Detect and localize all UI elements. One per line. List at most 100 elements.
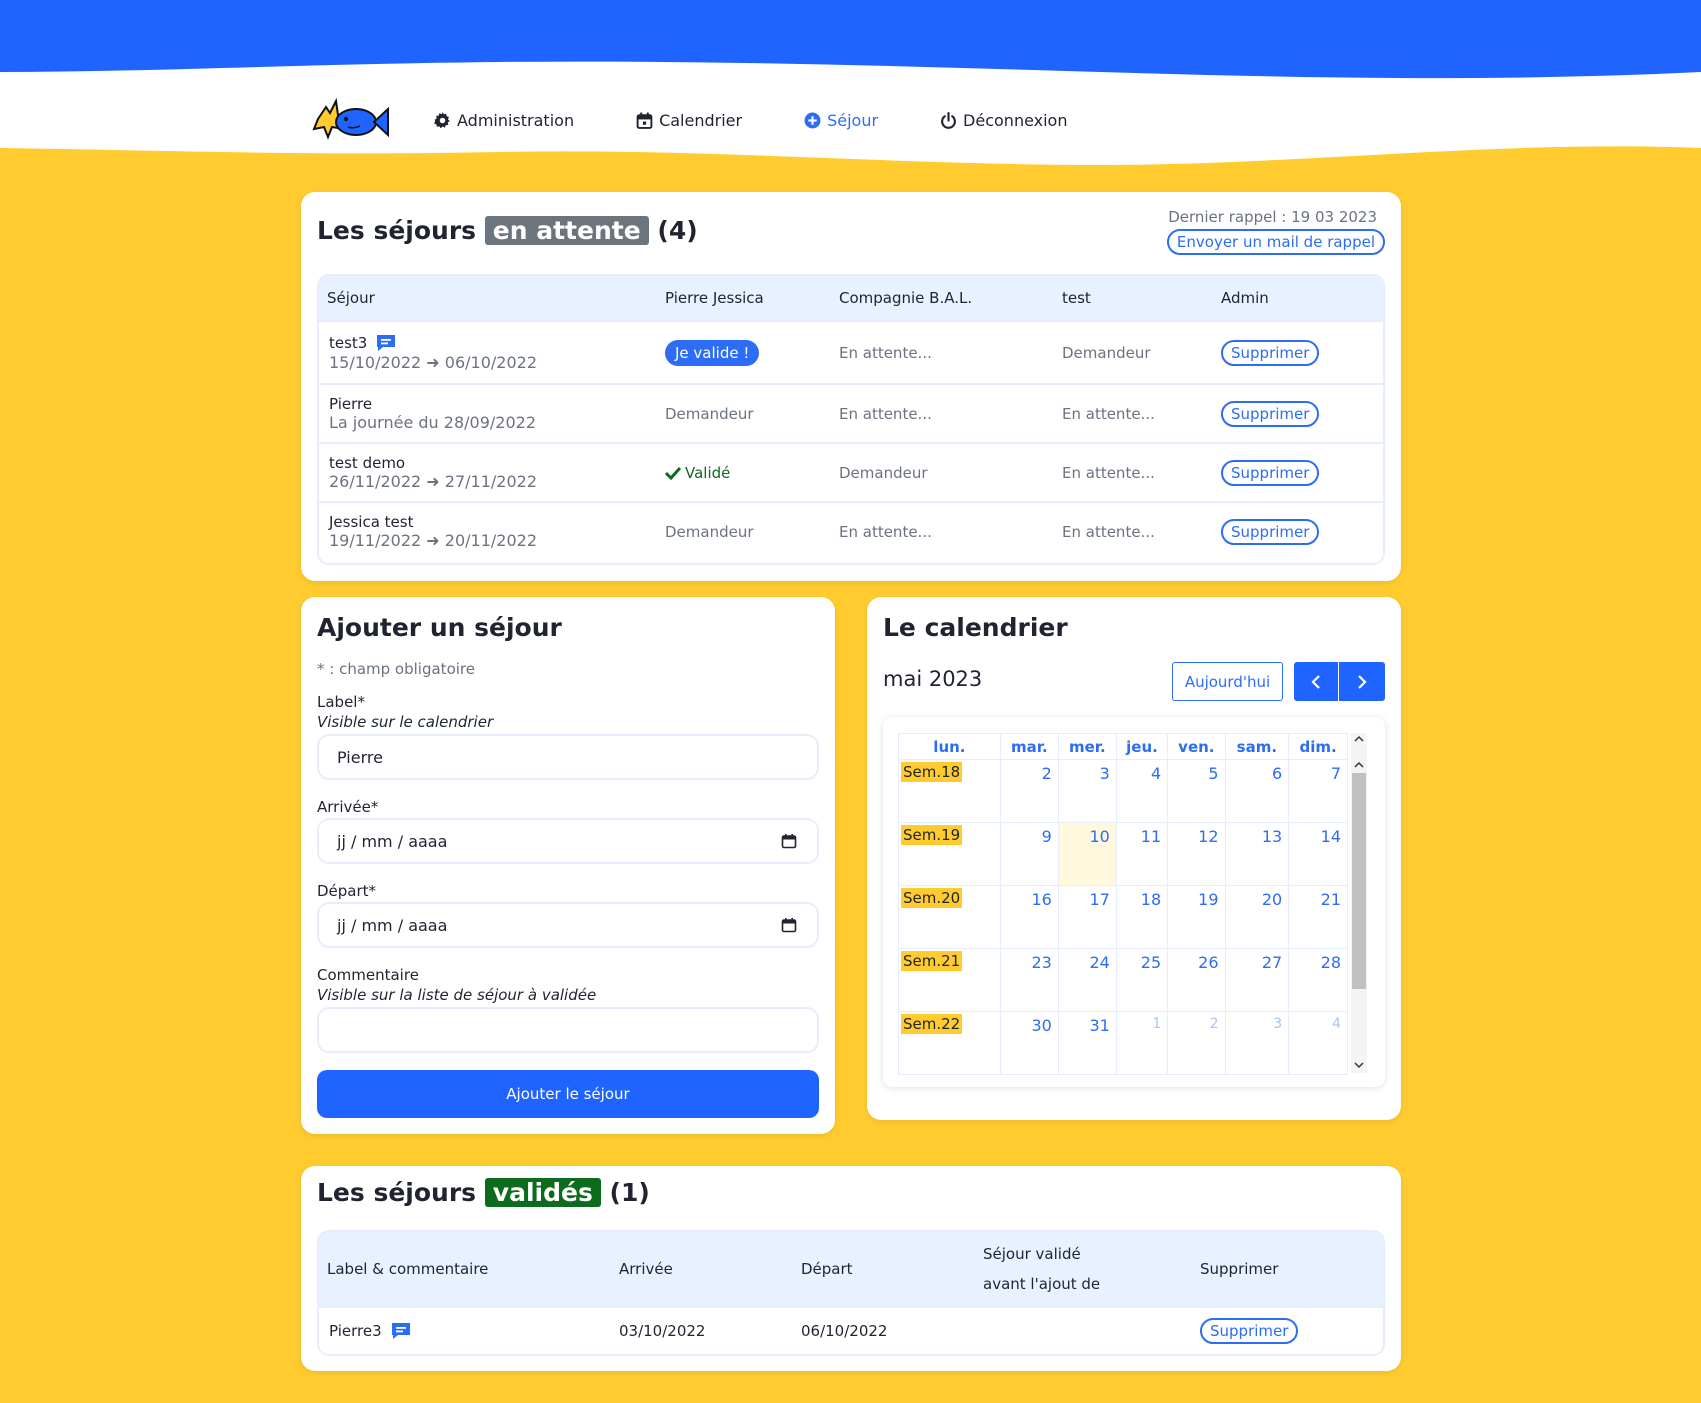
weekday-header: jeu. bbox=[1115, 733, 1169, 760]
day-cell[interactable]: 16 bbox=[999, 885, 1059, 949]
status-cell: En attente... bbox=[839, 404, 932, 423]
status-cell: Demandeur bbox=[665, 404, 754, 423]
pending-title-prefix: Les séjours bbox=[317, 216, 477, 245]
day-cell[interactable]: 24 bbox=[1057, 948, 1117, 1012]
scroll-up-icon[interactable] bbox=[1354, 735, 1364, 743]
day-cell[interactable]: 21 bbox=[1288, 885, 1348, 949]
day-cell[interactable]: 5 bbox=[1167, 759, 1226, 823]
day-cell[interactable]: 9 bbox=[999, 822, 1059, 886]
day-cell[interactable]: 27 bbox=[1224, 948, 1290, 1012]
other-month-day-cell[interactable]: 1 bbox=[1115, 1011, 1169, 1075]
comment-icon[interactable] bbox=[375, 333, 397, 353]
day-cell[interactable]: 7 bbox=[1288, 759, 1348, 823]
day-cell[interactable]: 11 bbox=[1115, 822, 1169, 886]
nav-administration[interactable]: Administration bbox=[434, 111, 574, 130]
pending-stays-card: Les séjours en attente (4) Dernier rappe… bbox=[301, 192, 1401, 581]
day-cell[interactable]: 17 bbox=[1057, 885, 1117, 949]
day-cell[interactable]: 26 bbox=[1167, 948, 1226, 1012]
week-number-cell[interactable]: Sem.19 bbox=[898, 822, 1001, 886]
col-header-arrival: Arrivée bbox=[619, 1260, 673, 1278]
day-cell[interactable]: 4 bbox=[1115, 759, 1169, 823]
comment-icon[interactable] bbox=[390, 1321, 412, 1341]
comment-input[interactable] bbox=[317, 1007, 819, 1053]
nav-deconnexion[interactable]: Déconnexion bbox=[940, 111, 1067, 130]
col-header-compagnie: Compagnie B.A.L. bbox=[839, 289, 973, 307]
next-month-button[interactable] bbox=[1339, 662, 1385, 701]
calendar-picker-icon[interactable] bbox=[781, 833, 797, 849]
col-header-departure: Départ bbox=[801, 1260, 853, 1278]
delete-button[interactable]: Supprimer bbox=[1221, 518, 1320, 545]
col-header-pierre-jessica: Pierre Jessica bbox=[665, 289, 764, 307]
calendar-month: mai 2023 bbox=[883, 667, 983, 691]
week-number-cell[interactable]: Sem.18 bbox=[898, 759, 1001, 823]
delete-button[interactable]: Supprimer bbox=[1221, 400, 1320, 427]
day-cell[interactable]: 3 bbox=[1057, 759, 1117, 823]
delete-button[interactable]: Supprimer bbox=[1221, 339, 1320, 366]
departure-cell: 06/10/2022 bbox=[801, 1322, 888, 1340]
stay-dates: La journée du 28/09/2022 bbox=[329, 413, 536, 432]
today-cell[interactable]: 10 bbox=[1057, 822, 1117, 886]
scroll-down-icon[interactable] bbox=[1354, 1061, 1364, 1069]
col-header-test: test bbox=[1062, 289, 1091, 307]
pending-status-badge: en attente bbox=[484, 216, 649, 245]
day-cell[interactable]: 2 bbox=[999, 759, 1059, 823]
validated-count: (1) bbox=[609, 1178, 650, 1207]
departure-field-label: Départ* bbox=[317, 882, 377, 900]
week-number-cell[interactable]: Sem.21 bbox=[898, 948, 1001, 1012]
day-cell[interactable]: 13 bbox=[1224, 822, 1290, 886]
day-cell[interactable]: 18 bbox=[1115, 885, 1169, 949]
week-number: Sem.21 bbox=[901, 951, 963, 971]
nav-calendrier[interactable]: Calendrier bbox=[636, 111, 742, 130]
day-cell[interactable]: 12 bbox=[1167, 822, 1226, 886]
delete-button[interactable]: Supprimer bbox=[1221, 459, 1320, 486]
add-stay-title: Ajouter un séjour bbox=[317, 613, 562, 642]
scroll-up-icon[interactable] bbox=[1354, 761, 1364, 769]
nav-deconnexion-label: Déconnexion bbox=[963, 110, 1068, 130]
validated-title: Les séjours validés (1) bbox=[317, 1178, 650, 1207]
day-cell[interactable]: 19 bbox=[1167, 885, 1226, 949]
calendar-week-row: Sem.19 9 10 11 12 13 14 bbox=[898, 822, 1348, 886]
label-input[interactable]: Pierre bbox=[317, 734, 819, 780]
other-month-day-cell[interactable]: 3 bbox=[1224, 1011, 1290, 1075]
status-cell: Demandeur bbox=[1062, 343, 1151, 362]
other-month-day-cell[interactable]: 4 bbox=[1288, 1011, 1348, 1075]
navbar: Administration Calendrier Séjour Déconne… bbox=[308, 80, 1129, 160]
calendar-weekdays-row: lun. mar. mer. jeu. ven. sam. dim. bbox=[898, 733, 1348, 760]
scrollbar-thumb[interactable] bbox=[1352, 773, 1366, 989]
day-cell[interactable]: 14 bbox=[1288, 822, 1348, 886]
day-cell[interactable]: 31 bbox=[1057, 1011, 1117, 1075]
day-cell[interactable]: 20 bbox=[1224, 885, 1290, 949]
pending-title: Les séjours en attente (4) bbox=[317, 216, 698, 245]
prev-month-button[interactable] bbox=[1294, 662, 1338, 701]
day-cell[interactable]: 6 bbox=[1224, 759, 1290, 823]
validated-label-cell: Pierre3 bbox=[319, 1321, 611, 1341]
fish-logo-icon[interactable] bbox=[308, 95, 390, 145]
day-cell[interactable]: 28 bbox=[1288, 948, 1348, 1012]
day-cell[interactable]: 25 bbox=[1115, 948, 1169, 1012]
calendar-picker-icon[interactable] bbox=[781, 917, 797, 933]
send-reminder-button[interactable]: Envoyer un mail de rappel bbox=[1166, 229, 1385, 255]
today-button[interactable]: Aujourd'hui bbox=[1172, 662, 1283, 701]
add-stay-button[interactable]: Ajouter le séjour bbox=[317, 1070, 819, 1118]
status-cell: Demandeur bbox=[839, 463, 928, 482]
col-header-delete: Supprimer bbox=[1200, 1260, 1279, 1278]
weekday-header: mer. bbox=[1057, 733, 1117, 760]
calendar-week-row: Sem.21 23 24 25 26 27 28 bbox=[898, 948, 1348, 1012]
other-month-day-cell[interactable]: 2 bbox=[1167, 1011, 1226, 1075]
day-cell[interactable]: 30 bbox=[999, 1011, 1059, 1075]
validated-label: Validé bbox=[685, 463, 731, 482]
delete-button[interactable]: Supprimer bbox=[1200, 1318, 1299, 1344]
arrival-date-input[interactable]: jj / mm / aaaa bbox=[317, 818, 819, 864]
validate-button[interactable]: Je valide ! bbox=[665, 339, 760, 366]
chevron-right-icon bbox=[1358, 674, 1367, 689]
calendar-scrollbar[interactable] bbox=[1351, 733, 1367, 1073]
nav-sejour[interactable]: Séjour bbox=[804, 111, 878, 130]
week-number-cell[interactable]: Sem.22 bbox=[898, 1011, 1001, 1075]
weekday-header: lun. bbox=[898, 733, 1001, 760]
departure-date-input[interactable]: jj / mm / aaaa bbox=[317, 902, 819, 948]
week-number-cell[interactable]: Sem.20 bbox=[898, 885, 1001, 949]
departure-date-placeholder: jj / mm / aaaa bbox=[337, 915, 448, 935]
stay-dates: 15/10/2022 ➜ 06/10/2022 bbox=[329, 353, 538, 372]
day-cell[interactable]: 23 bbox=[999, 948, 1059, 1012]
plus-circle-icon bbox=[804, 112, 821, 128]
